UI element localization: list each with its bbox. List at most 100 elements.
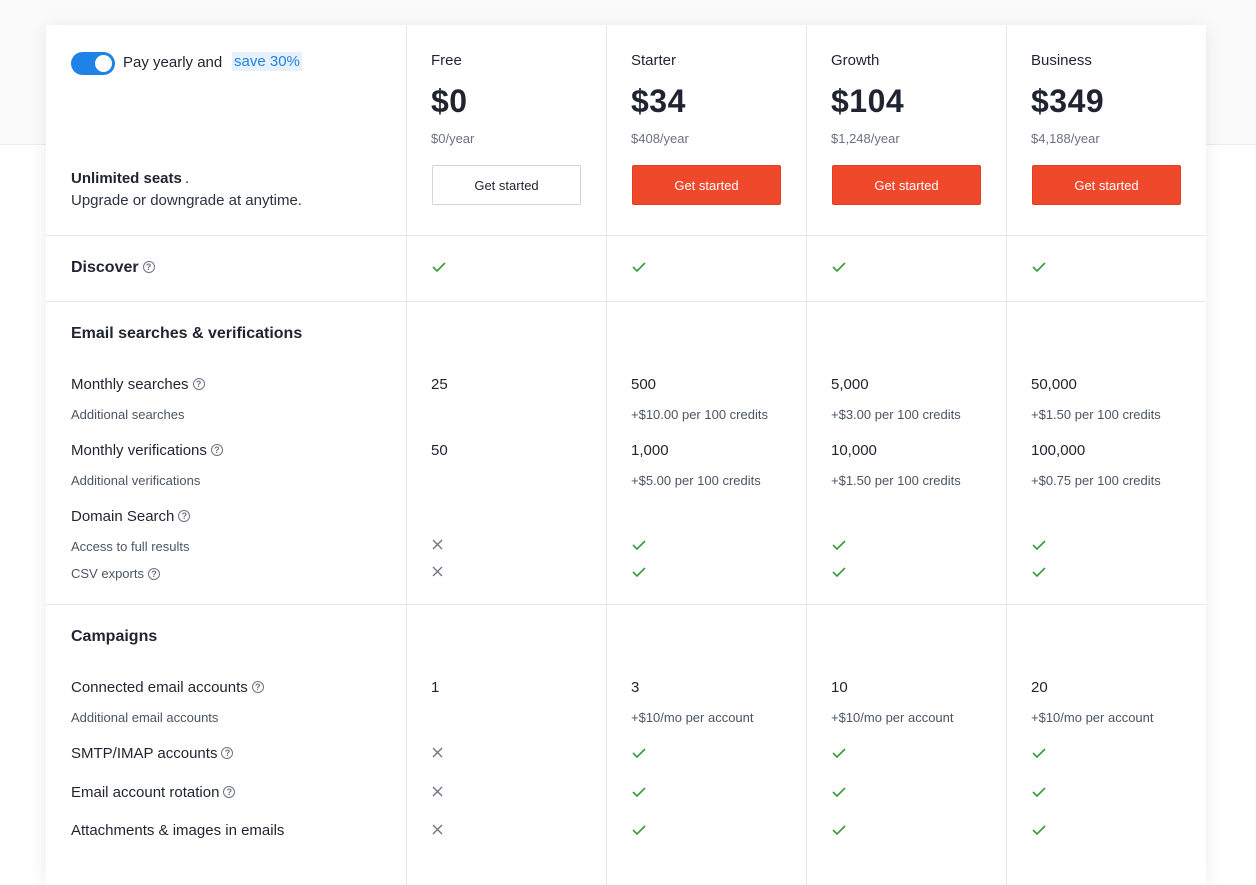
attachments-label: Attachments & images in emails: [71, 822, 285, 839]
monthly-searches-value: 500: [631, 376, 657, 393]
check-icon: [832, 825, 846, 835]
additional-searches-value: +$1.50 per 100 credits: [1031, 407, 1161, 422]
monthly-verifications-value: 100,000: [1031, 442, 1086, 459]
check-icon: [832, 787, 846, 797]
connected-accounts-text: Connected email accounts: [71, 679, 248, 696]
discover-row-label: Discover?: [71, 259, 155, 277]
save-badge: save 30%: [232, 52, 302, 71]
discover-title: Discover: [71, 259, 139, 276]
pricing-table: Pay yearly and save 30% Unlimited seats …: [46, 25, 1206, 885]
get-started-button-growth[interactable]: Get started: [832, 165, 981, 205]
additional-verifications-value: +$5.00 per 100 credits: [631, 473, 761, 488]
check-icon: [1032, 262, 1046, 272]
cross-icon: [432, 786, 443, 797]
additional-verifications-value: +$1.50 per 100 credits: [831, 473, 961, 488]
check-icon: [1032, 787, 1046, 797]
check-icon: [832, 262, 846, 272]
check-icon: [832, 748, 846, 758]
connected-accounts-value: 20: [1031, 679, 1048, 696]
column-divider: [406, 25, 407, 885]
column-divider: [1006, 25, 1007, 885]
help-icon[interactable]: ?: [221, 747, 234, 760]
get-started-button-free[interactable]: Get started: [432, 165, 581, 205]
get-started-button-starter[interactable]: Get started: [632, 165, 781, 205]
plan-name: Growth: [831, 52, 880, 69]
check-icon: [832, 540, 846, 550]
check-icon: [632, 540, 646, 550]
monthly-searches-label: Monthly searches?: [71, 376, 205, 393]
connected-accounts-label: Connected email accounts?: [71, 679, 264, 696]
connected-accounts-value: 1: [431, 679, 440, 696]
row-divider: [46, 235, 1206, 236]
email-section-title: Email searches & verifications: [71, 325, 303, 342]
csv-exports-label: CSV exports?: [71, 566, 160, 581]
plan-name: Starter: [631, 52, 677, 69]
plan-yearly-price: $0/year: [431, 131, 475, 146]
column-divider: [606, 25, 607, 885]
monthly-verifications-value: 1,000: [631, 442, 669, 459]
plan-price: $104: [831, 83, 905, 119]
monthly-searches-value: 5,000: [831, 376, 869, 393]
smtp-imap-text: SMTP/IMAP accounts: [71, 745, 218, 762]
seats-period: .: [185, 170, 190, 187]
unlimited-seats-label: Unlimited seats: [71, 170, 182, 187]
plan-name: Business: [1031, 52, 1092, 69]
monthly-verifications-text: Monthly verifications: [71, 442, 207, 459]
cross-icon: [432, 747, 443, 758]
monthly-searches-value: 50,000: [1031, 376, 1077, 393]
additional-searches-value: +$3.00 per 100 credits: [831, 407, 961, 422]
plan-price: $34: [631, 83, 686, 119]
upgrade-text: Upgrade or downgrade at anytime.: [71, 192, 302, 209]
domain-search-label: Domain Search?: [71, 508, 191, 525]
connected-accounts-value: 3: [631, 679, 640, 696]
help-icon[interactable]: ?: [192, 378, 205, 391]
plan-name: Free: [431, 52, 462, 69]
row-divider: [46, 604, 1206, 605]
check-icon: [632, 567, 646, 577]
check-icon: [632, 787, 646, 797]
plan-yearly-price: $1,248/year: [831, 131, 900, 146]
additional-searches-label: Additional searches: [71, 407, 185, 422]
additional-accounts-value: +$10/mo per account: [1031, 710, 1154, 725]
monthly-searches-value: 25: [431, 376, 448, 393]
check-icon: [432, 262, 446, 272]
billing-toggle[interactable]: [71, 52, 115, 75]
help-icon[interactable]: ?: [178, 510, 191, 523]
monthly-verifications-label: Monthly verifications?: [71, 442, 223, 459]
campaigns-section-title: Campaigns: [71, 628, 158, 645]
monthly-verifications-value: 10,000: [831, 442, 877, 459]
help-icon[interactable]: ?: [210, 444, 223, 457]
help-icon[interactable]: ?: [251, 681, 264, 694]
account-rotation-label: Email account rotation?: [71, 784, 236, 801]
check-icon: [632, 262, 646, 272]
plan-price: $0: [431, 83, 468, 119]
check-icon: [1032, 748, 1046, 758]
additional-accounts-value: +$10/mo per account: [831, 710, 954, 725]
pay-yearly-label: Pay yearly and: [123, 54, 223, 71]
additional-verifications-label: Additional verifications: [71, 473, 201, 488]
cross-icon: [432, 566, 443, 577]
help-icon[interactable]: ?: [223, 786, 236, 799]
monthly-searches-text: Monthly searches: [71, 376, 189, 393]
help-icon[interactable]: ?: [142, 260, 155, 273]
domain-search-text: Domain Search: [71, 508, 175, 525]
account-rotation-text: Email account rotation: [71, 784, 220, 801]
additional-accounts-value: +$10/mo per account: [631, 710, 754, 725]
additional-verifications-value: +$0.75 per 100 credits: [1031, 473, 1161, 488]
full-results-label: Access to full results: [71, 539, 190, 554]
column-divider: [806, 25, 807, 885]
monthly-verifications-value: 50: [431, 442, 448, 459]
get-started-button-business[interactable]: Get started: [1032, 165, 1181, 205]
additional-accounts-label: Additional email accounts: [71, 710, 219, 725]
smtp-imap-label: SMTP/IMAP accounts?: [71, 745, 234, 762]
help-icon[interactable]: ?: [147, 567, 160, 580]
cross-icon: [432, 539, 443, 550]
toggle-knob: [95, 55, 112, 72]
check-icon: [1032, 567, 1046, 577]
check-icon: [832, 567, 846, 577]
cross-icon: [432, 824, 443, 835]
row-divider: [46, 301, 1206, 302]
check-icon: [632, 748, 646, 758]
plan-yearly-price: $4,188/year: [1031, 131, 1100, 146]
additional-searches-value: +$10.00 per 100 credits: [631, 407, 768, 422]
